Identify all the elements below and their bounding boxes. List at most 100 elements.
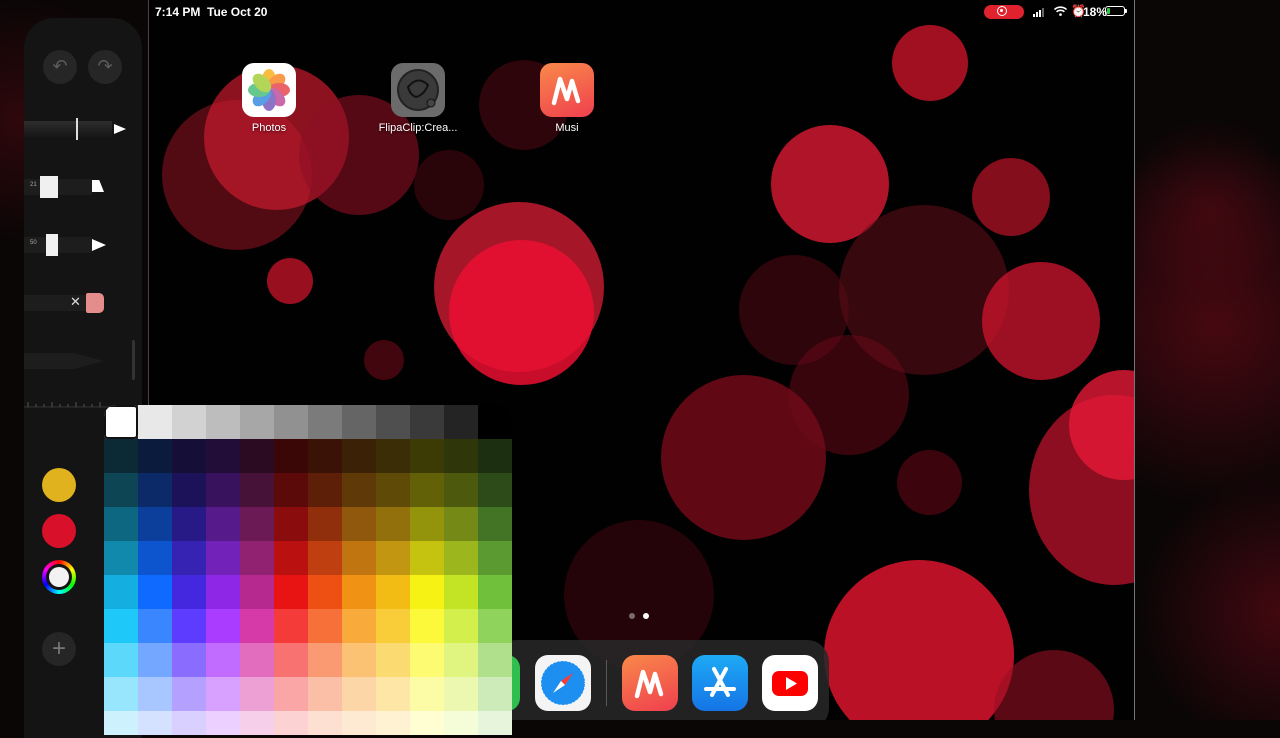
palette-cell[interactable]	[172, 405, 206, 439]
palette-cell[interactable]	[172, 575, 206, 609]
palette-cell[interactable]	[376, 677, 410, 711]
palette-cell[interactable]	[172, 439, 206, 473]
palette-cell[interactable]	[138, 439, 172, 473]
palette-cell[interactable]	[376, 575, 410, 609]
palette-cell[interactable]	[138, 711, 172, 735]
palette-cell[interactable]	[308, 575, 342, 609]
palette-cell[interactable]	[410, 643, 444, 677]
palette-cell[interactable]	[240, 575, 274, 609]
palette-cell[interactable]	[274, 439, 308, 473]
color-wheel-button[interactable]	[42, 560, 76, 594]
palette-cell[interactable]	[240, 643, 274, 677]
palette-cell[interactable]	[138, 609, 172, 643]
palette-cell[interactable]	[342, 677, 376, 711]
palette-cell[interactable]	[138, 575, 172, 609]
palette-cell[interactable]	[240, 541, 274, 575]
palette-cell[interactable]	[274, 609, 308, 643]
palette-cell[interactable]	[274, 575, 308, 609]
palette-cell[interactable]	[240, 609, 274, 643]
palette-cell[interactable]	[206, 541, 240, 575]
palette-cell[interactable]	[104, 507, 138, 541]
app-musi[interactable]: Musi	[517, 63, 617, 134]
palette-cell[interactable]	[410, 541, 444, 575]
palette-cell[interactable]	[274, 473, 308, 507]
palette-cell[interactable]	[342, 609, 376, 643]
palette-cell[interactable]	[104, 643, 138, 677]
palette-cell[interactable]	[376, 711, 410, 735]
palette-cell-selected[interactable]	[104, 405, 138, 439]
palette-cell[interactable]	[274, 507, 308, 541]
youtube-icon[interactable]	[762, 655, 818, 711]
palette-cell[interactable]	[444, 609, 478, 643]
palette-cell[interactable]	[342, 541, 376, 575]
palette-cell[interactable]	[206, 405, 240, 439]
palette-cell[interactable]	[138, 507, 172, 541]
palette-cell[interactable]	[478, 507, 512, 541]
palette-cell[interactable]	[172, 609, 206, 643]
palette-cell[interactable]	[376, 439, 410, 473]
palette-cell[interactable]	[308, 507, 342, 541]
palette-cell[interactable]	[240, 439, 274, 473]
palette-cell[interactable]	[274, 405, 308, 439]
palette-cell[interactable]	[308, 643, 342, 677]
color-swatch-yellow[interactable]	[42, 468, 76, 502]
palette-cell[interactable]	[172, 473, 206, 507]
eraser-tool[interactable]: ✕	[24, 292, 108, 314]
palette-cell[interactable]	[410, 473, 444, 507]
app-photos[interactable]: Photos	[219, 63, 319, 134]
palette-cell[interactable]	[104, 473, 138, 507]
palette-cell[interactable]	[342, 405, 376, 439]
palette-cell[interactable]	[376, 643, 410, 677]
palette-cell[interactable]	[172, 711, 206, 735]
palette-cell[interactable]	[206, 473, 240, 507]
palette-cell[interactable]	[206, 643, 240, 677]
palette-cell[interactable]	[478, 643, 512, 677]
palette-cell[interactable]	[478, 677, 512, 711]
palette-cell[interactable]	[444, 643, 478, 677]
palette-cell[interactable]	[478, 405, 512, 439]
palette-cell[interactable]	[410, 575, 444, 609]
app-store-icon[interactable]	[692, 655, 748, 711]
undo-button[interactable]: ↶	[43, 50, 77, 84]
palette-cell[interactable]	[342, 711, 376, 735]
safari-icon[interactable]	[535, 655, 591, 711]
add-button[interactable]: +	[42, 632, 76, 666]
palette-cell[interactable]	[104, 711, 138, 735]
palette-cell[interactable]	[104, 575, 138, 609]
palette-cell[interactable]	[308, 541, 342, 575]
palette-cell[interactable]	[104, 439, 138, 473]
pencil-tool[interactable]: 50	[24, 234, 108, 256]
redo-button[interactable]: ↷	[88, 50, 122, 84]
palette-cell[interactable]	[172, 541, 206, 575]
palette-cell[interactable]	[342, 575, 376, 609]
brush-tool[interactable]	[24, 350, 108, 372]
palette-cell[interactable]	[444, 677, 478, 711]
palette-cell[interactable]	[478, 473, 512, 507]
palette-cell[interactable]	[240, 677, 274, 711]
marker-tool[interactable]: 21	[24, 176, 108, 198]
palette-cell[interactable]	[172, 677, 206, 711]
palette-cell[interactable]	[240, 473, 274, 507]
app-flipaclip[interactable]: FlipaClip:Crea...	[368, 63, 468, 134]
palette-cell[interactable]	[410, 711, 444, 735]
palette-cell[interactable]	[240, 507, 274, 541]
palette-cell[interactable]	[138, 473, 172, 507]
palette-cell[interactable]	[410, 609, 444, 643]
palette-cell[interactable]	[342, 439, 376, 473]
palette-cell[interactable]	[444, 711, 478, 735]
palette-cell[interactable]	[342, 473, 376, 507]
palette-cell[interactable]	[410, 677, 444, 711]
palette-cell[interactable]	[478, 575, 512, 609]
palette-cell[interactable]	[410, 405, 444, 439]
palette-cell[interactable]	[104, 609, 138, 643]
palette-cell[interactable]	[376, 609, 410, 643]
palette-cell[interactable]	[376, 473, 410, 507]
palette-cell[interactable]	[478, 541, 512, 575]
palette-cell[interactable]	[206, 609, 240, 643]
palette-cell[interactable]	[172, 507, 206, 541]
palette-cell[interactable]	[444, 439, 478, 473]
palette-cell[interactable]	[206, 711, 240, 735]
palette-cell[interactable]	[308, 609, 342, 643]
palette-cell[interactable]	[376, 405, 410, 439]
palette-cell[interactable]	[308, 473, 342, 507]
